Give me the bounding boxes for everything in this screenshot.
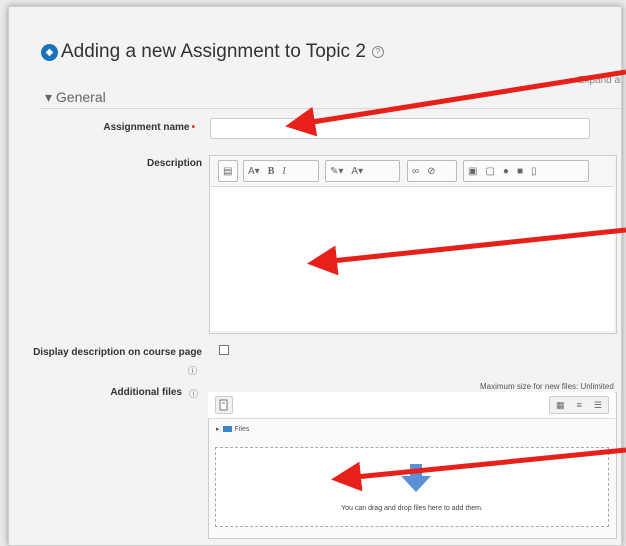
help-icon[interactable]: ?: [371, 46, 384, 58]
filemanager-toolbar: ▦ ≡ ☰: [208, 392, 615, 419]
view-tree-icon[interactable]: ☰: [594, 400, 602, 411]
display-description-help-icon[interactable]: ⓘ: [188, 364, 197, 377]
drop-arrow-icon: [401, 464, 431, 492]
display-description-label: Display description on course page: [33, 347, 202, 358]
view-mode-switcher[interactable]: ▦ ≡ ☰: [549, 396, 609, 414]
section-general[interactable]: ▾ General: [45, 89, 106, 106]
display-description-checkbox[interactable]: [219, 345, 229, 355]
bold-button[interactable]: B: [264, 166, 279, 177]
assignment-name-label: Assignment name •: [90, 122, 195, 133]
text-color-icon[interactable]: ✎▾: [326, 166, 347, 177]
add-file-icon: [219, 399, 228, 411]
manage-files-icon[interactable]: ▯: [527, 166, 541, 177]
unlink-icon[interactable]: ⊘: [423, 166, 439, 177]
view-list-icon[interactable]: ≡: [577, 400, 582, 410]
assignment-name-label-text: Assignment name: [103, 122, 190, 133]
description-label: Description: [146, 158, 202, 169]
media-icon[interactable]: ▢: [481, 166, 498, 177]
files-breadcrumb[interactable]: ▸ Files: [216, 425, 249, 433]
file-drop-zone[interactable]: You can drag and drop files here to add …: [215, 447, 609, 527]
section-divider: [39, 108, 621, 109]
additional-files-help-icon[interactable]: ⓘ: [189, 387, 198, 400]
section-general-label: General: [55, 89, 106, 105]
editor-toolbar: ▤ A▾ B I ✎▾ A▾ ∞ ⊘ ▣ ▢ ● ■ ▯: [210, 156, 614, 187]
toolbar-collapse-button[interactable]: ▤: [218, 160, 238, 182]
drop-message: You can drag and drop files here to add …: [341, 505, 483, 512]
record-audio-icon[interactable]: ●: [499, 166, 513, 177]
toolbar-group-color: ✎▾ A▾: [325, 160, 400, 182]
page-title-text: Adding a new Assignment to Topic 2: [61, 41, 366, 62]
assignment-icon: ◆: [41, 43, 58, 61]
link-icon[interactable]: ∞: [408, 166, 423, 177]
assignment-name-input[interactable]: [210, 118, 590, 139]
expand-all-link[interactable]: ▸ Expand all: [570, 75, 622, 86]
additional-files-label: Additional files: [110, 387, 182, 398]
toolbar-group-media: ▣ ▢ ● ■ ▯: [463, 160, 589, 182]
collapse-icon: ▤: [223, 165, 233, 177]
view-icons-icon[interactable]: ▦: [556, 400, 565, 411]
max-file-size-text: Maximum size for new files: Unlimited: [480, 382, 614, 391]
expand-all-label: Expand all: [577, 75, 622, 86]
font-color-button[interactable]: A▾: [347, 166, 367, 177]
image-icon[interactable]: ▣: [464, 166, 481, 177]
record-video-icon[interactable]: ■: [513, 166, 527, 177]
page-title: ◆ Adding a new Assignment to Topic 2 ?: [41, 41, 384, 63]
toolbar-group-text: A▾ B I: [243, 160, 319, 182]
files-label: Files: [234, 426, 250, 433]
paragraph-styles-icon[interactable]: A▾: [244, 166, 264, 177]
toolbar-group-links: ∞ ⊘: [407, 160, 457, 182]
italic-button[interactable]: I: [278, 166, 289, 177]
folder-icon: [222, 426, 232, 433]
font-color-letter: A: [351, 165, 359, 177]
add-file-button[interactable]: [215, 396, 233, 414]
description-textarea[interactable]: [210, 187, 614, 331]
required-icon: •: [191, 122, 195, 133]
